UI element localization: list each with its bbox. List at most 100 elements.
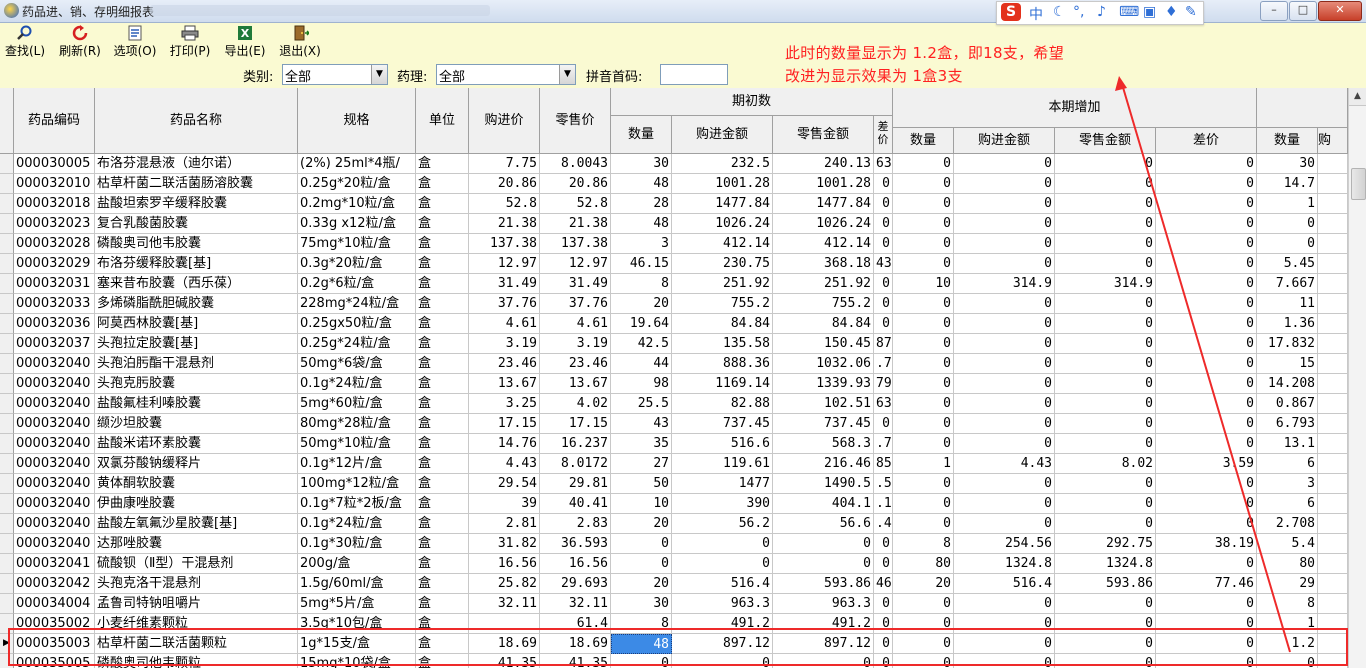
table-cell[interactable]: 2.708 xyxy=(1257,514,1318,534)
table-cell[interactable]: 5.45 xyxy=(1257,254,1318,274)
table-cell[interactable]: 头孢拉定胶囊[基] xyxy=(95,334,298,354)
table-cell[interactable]: 0 xyxy=(773,654,874,668)
table-cell[interactable]: 16.237 xyxy=(540,434,611,454)
table-cell[interactable]: 000032029 xyxy=(14,254,95,274)
table-cell[interactable]: 盒 xyxy=(416,214,469,234)
table-cell[interactable]: 000035002 xyxy=(14,614,95,634)
table-cell[interactable]: 593.86 xyxy=(1055,574,1156,594)
table-cell[interactable]: 1339.93 xyxy=(773,374,874,394)
table-cell[interactable]: 盒 xyxy=(416,494,469,514)
table-cell[interactable]: 0 xyxy=(893,434,954,454)
table-cell[interactable]: 50mg*6袋/盒 xyxy=(298,354,416,374)
table-cell[interactable]: 0 xyxy=(1055,214,1156,234)
table-cell[interactable]: 盒 xyxy=(416,354,469,374)
table-cell[interactable]: 21.38 xyxy=(540,214,611,234)
table-cell[interactable]: 14.76 xyxy=(469,434,540,454)
chevron-down-icon[interactable]: ▼ xyxy=(371,65,387,84)
table-cell[interactable]: 0 xyxy=(893,354,954,374)
row-indicator[interactable] xyxy=(0,374,14,394)
table-cell[interactable]: 80mg*28粒/盒 xyxy=(298,414,416,434)
table-cell[interactable]: 0.25g*24粒/盒 xyxy=(298,334,416,354)
table-cell[interactable]: 0 xyxy=(874,654,893,668)
table-cell[interactable]: 100mg*12粒/盒 xyxy=(298,474,416,494)
table-cell[interactable]: 盒 xyxy=(416,574,469,594)
table-cell[interactable]: 10 xyxy=(611,494,672,514)
table-cell[interactable]: 0 xyxy=(893,314,954,334)
table-cell[interactable]: 2.83 xyxy=(540,514,611,534)
table-cell[interactable]: 盒 xyxy=(416,274,469,294)
table-cell[interactable]: 63 xyxy=(874,154,893,174)
table-cell[interactable]: 0 xyxy=(1156,234,1257,254)
table-cell[interactable]: 28 xyxy=(611,194,672,214)
table-cell[interactable]: 16.56 xyxy=(469,554,540,574)
table-cell[interactable]: 18.69 xyxy=(469,634,540,654)
row-indicator[interactable] xyxy=(0,494,14,514)
table-cell[interactable]: 29.54 xyxy=(469,474,540,494)
table-cell[interactable]: 000032018 xyxy=(14,194,95,214)
table-cell[interactable]: 84.84 xyxy=(672,314,773,334)
table-cell[interactable]: 0 xyxy=(893,414,954,434)
table-cell[interactable]: 0 xyxy=(1156,194,1257,214)
table-cell[interactable]: 40.41 xyxy=(540,494,611,514)
table-cell[interactable]: 0 xyxy=(1055,314,1156,334)
table-cell[interactable]: 盐酸氟桂利嗪胶囊 xyxy=(95,394,298,414)
table-cell[interactable]: 20.86 xyxy=(469,174,540,194)
table-cell[interactable]: .5 xyxy=(874,474,893,494)
table-cell[interactable]: 0 xyxy=(893,294,954,314)
table-cell[interactable]: 000032040 xyxy=(14,414,95,434)
table-cell[interactable]: 0 xyxy=(1156,434,1257,454)
table-cell[interactable]: 23.46 xyxy=(469,354,540,374)
table-cell[interactable]: 磷酸奥司他韦胶囊 xyxy=(95,234,298,254)
header-increase-retail-amount[interactable]: 零售金额 xyxy=(1055,128,1156,154)
vertical-scrollbar[interactable]: ▲ xyxy=(1348,88,1366,668)
table-cell[interactable]: .7 xyxy=(874,434,893,454)
table-cell[interactable]: 0 xyxy=(954,254,1055,274)
table-cell[interactable]: 21.38 xyxy=(469,214,540,234)
table-cell[interactable]: 20 xyxy=(893,574,954,594)
table-cell[interactable]: 0.867 xyxy=(1257,394,1318,414)
table-cell[interactable]: 000032037 xyxy=(14,334,95,354)
table-cell[interactable]: 0 xyxy=(874,554,893,574)
table-cell-partial[interactable] xyxy=(1318,374,1348,394)
table-cell[interactable]: 390 xyxy=(672,494,773,514)
table-cell[interactable]: 29.693 xyxy=(540,574,611,594)
table-cell[interactable]: 516.4 xyxy=(954,574,1055,594)
table-cell[interactable]: 0 xyxy=(874,294,893,314)
table-cell[interactable]: 0 xyxy=(893,194,954,214)
row-indicator[interactable] xyxy=(0,454,14,474)
table-cell-partial[interactable] xyxy=(1318,154,1348,174)
row-indicator[interactable] xyxy=(0,174,14,194)
table-cell[interactable]: 0 xyxy=(893,214,954,234)
table-cell[interactable]: 0 xyxy=(773,534,874,554)
table-cell[interactable]: 0.2mg*10粒/盒 xyxy=(298,194,416,214)
table-cell[interactable]: 0 xyxy=(1055,254,1156,274)
table-cell[interactable]: 0 xyxy=(954,594,1055,614)
table-cell[interactable]: 0 xyxy=(893,614,954,634)
table-cell[interactable]: 30 xyxy=(1257,154,1318,174)
table-cell[interactable]: 0 xyxy=(1156,154,1257,174)
table-cell[interactable]: 枯草杆菌二联活菌颗粒 xyxy=(95,634,298,654)
table-cell[interactable]: 0 xyxy=(874,534,893,554)
table-cell[interactable]: 1477 xyxy=(672,474,773,494)
table-cell[interactable]: 1 xyxy=(1257,194,1318,214)
table-cell[interactable]: 0 xyxy=(611,534,672,554)
table-cell-partial[interactable] xyxy=(1318,654,1348,668)
table-cell[interactable]: 0 xyxy=(1055,334,1156,354)
table-cell[interactable]: 368.18 xyxy=(773,254,874,274)
header-retail-price[interactable]: 零售价 xyxy=(540,88,611,154)
table-cell[interactable]: 0 xyxy=(1156,254,1257,274)
table-cell[interactable]: 000032040 xyxy=(14,474,95,494)
table-cell[interactable]: (2%) 25ml*4瓶/ xyxy=(298,154,416,174)
table-cell[interactable]: 11 xyxy=(1257,294,1318,314)
table-cell[interactable]: 盒 xyxy=(416,174,469,194)
table-cell[interactable]: 3.5g*10包/盒 xyxy=(298,614,416,634)
table-cell[interactable]: 0 xyxy=(1156,634,1257,654)
table-cell[interactable]: 0 xyxy=(954,214,1055,234)
table-cell[interactable]: 0 xyxy=(874,594,893,614)
table-cell[interactable]: 200g/盒 xyxy=(298,554,416,574)
table-cell[interactable]: 0 xyxy=(874,234,893,254)
table-cell[interactable]: 0 xyxy=(954,234,1055,254)
table-cell[interactable]: 0.2g*6粒/盒 xyxy=(298,274,416,294)
table-cell[interactable]: 盒 xyxy=(416,534,469,554)
table-cell[interactable]: 0 xyxy=(954,154,1055,174)
